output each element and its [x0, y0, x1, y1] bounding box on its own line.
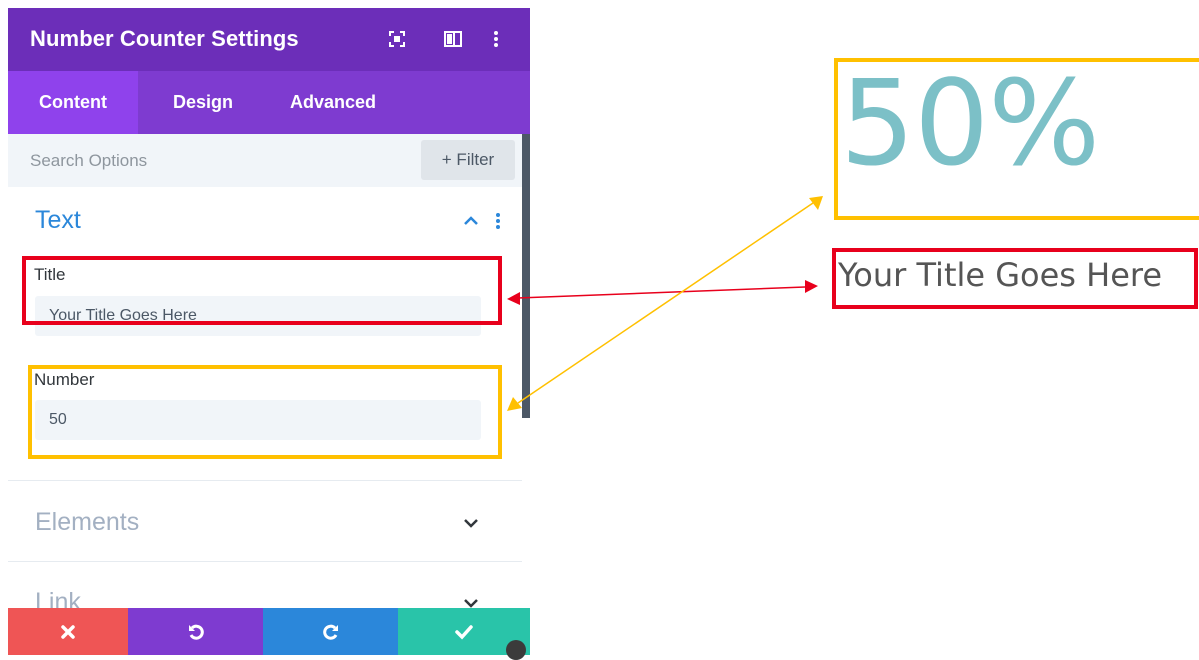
counter-title-preview: Your Title Goes Here — [838, 256, 1163, 294]
search-input[interactable] — [30, 142, 410, 180]
scrollbar[interactable] — [522, 134, 530, 418]
section-divider — [8, 561, 522, 562]
section-divider — [8, 480, 522, 481]
help-button[interactable] — [506, 640, 526, 660]
sidebar-layout-icon[interactable] — [441, 27, 465, 51]
tab-advanced[interactable]: Advanced — [268, 71, 398, 134]
counter-number-preview: 50% — [840, 54, 1100, 192]
tab-content[interactable]: Content — [8, 71, 138, 134]
number-arrow-line — [517, 202, 814, 404]
section-more-icon[interactable] — [492, 210, 504, 232]
number-arrow-head-right — [809, 196, 823, 210]
section-title-elements[interactable]: Elements — [35, 508, 139, 537]
expand-icon[interactable] — [385, 27, 409, 51]
title-field-label: Title — [34, 265, 66, 284]
number-input[interactable]: 50 — [35, 400, 481, 440]
panel-header: Number Counter Settings — [8, 8, 530, 71]
panel-title: Number Counter Settings — [30, 26, 299, 51]
title-arrow-head-right — [805, 280, 818, 293]
filter-button[interactable]: + Filter — [421, 140, 515, 180]
action-bar — [8, 608, 530, 655]
chevron-up-icon[interactable] — [460, 210, 482, 232]
title-input[interactable]: Your Title Goes Here — [35, 296, 481, 336]
section-title-text[interactable]: Text — [35, 206, 81, 235]
undo-button[interactable] — [128, 608, 263, 655]
chevron-down-icon[interactable] — [460, 512, 482, 534]
redo-button[interactable] — [263, 608, 398, 655]
more-vertical-icon[interactable] — [484, 27, 508, 51]
search-bar: + Filter — [8, 134, 522, 187]
title-arrow-line — [517, 286, 806, 299]
number-field-label: Number — [34, 370, 95, 389]
settings-panel: Number Counter Settings Content Design A… — [8, 8, 530, 655]
discard-button[interactable] — [8, 608, 128, 655]
tab-bar: Content Design Advanced — [8, 71, 530, 134]
tab-design[interactable]: Design — [138, 71, 268, 134]
